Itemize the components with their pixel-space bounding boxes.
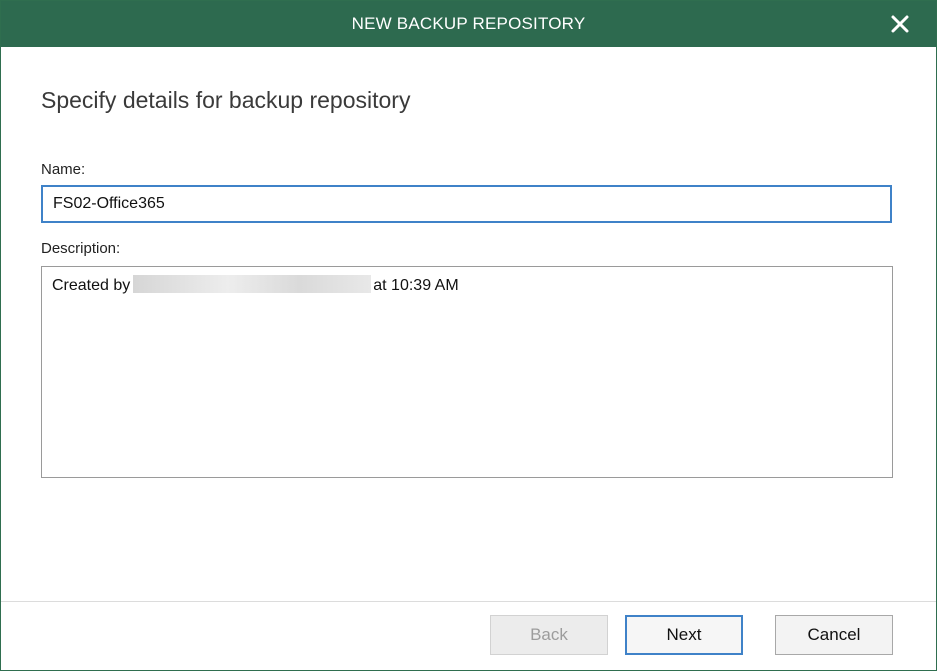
redacted-username — [133, 275, 372, 293]
dialog-title: NEW BACKUP REPOSITORY — [351, 14, 586, 33]
name-input[interactable] — [41, 185, 892, 223]
title-bar: NEW BACKUP REPOSITORY — [1, 1, 936, 47]
close-icon — [891, 15, 909, 33]
description-suffix: at 10:39 AM — [373, 277, 459, 294]
description-textarea[interactable]: Created by at 10:39 AM — [41, 266, 893, 478]
next-button[interactable]: Next — [625, 615, 743, 655]
page-heading: Specify details for backup repository — [41, 87, 411, 113]
description-prefix: Created by — [52, 277, 131, 294]
name-label: Name: — [41, 161, 86, 178]
description-label: Description: — [41, 240, 121, 257]
new-backup-repository-dialog: NEW BACKUP REPOSITORY Specify details fo… — [0, 0, 937, 671]
cancel-button[interactable]: Cancel — [775, 615, 893, 655]
close-button[interactable] — [886, 10, 914, 38]
footer-divider — [1, 601, 936, 602]
back-button[interactable]: Back — [490, 615, 608, 655]
